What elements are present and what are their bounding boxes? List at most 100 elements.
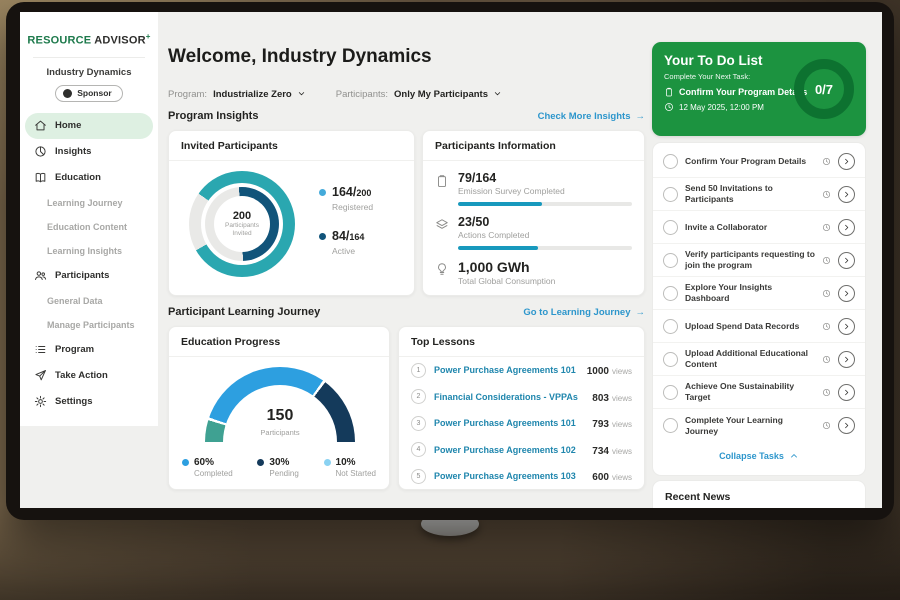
clock-icon	[822, 289, 831, 298]
todo-item-label: Send 50 Invitations to Participants	[685, 183, 815, 204]
sidebar-item-insights[interactable]: Insights	[20, 139, 158, 165]
legend-label: Active	[332, 246, 364, 256]
todo-item[interactable]: Confirm Your Program Details	[653, 145, 865, 178]
todo-checkbox[interactable]	[663, 352, 678, 367]
chevron-up-icon	[789, 451, 799, 461]
sidebar-item-program[interactable]: Program	[20, 337, 158, 363]
todo-checkbox[interactable]	[663, 286, 678, 301]
todo-open-button[interactable]	[838, 351, 855, 368]
lesson-rank: 3	[411, 416, 426, 431]
todo-checkbox[interactable]	[663, 154, 678, 169]
lesson-title-link[interactable]: Power Purchase Agreements 102	[434, 445, 584, 455]
legend-value: 84/	[332, 229, 349, 243]
row-label: Emission Survey Completed	[458, 186, 632, 196]
todo-checkbox[interactable]	[663, 385, 678, 400]
todo-open-button[interactable]	[838, 186, 855, 203]
lesson-title-link[interactable]: Power Purchase Agreements 101	[434, 365, 579, 375]
collapse-tasks-link[interactable]: Collapse Tasks	[653, 442, 865, 470]
clock-icon	[822, 190, 831, 199]
sidebar-item-manage-participants[interactable]: Manage Participants	[20, 313, 158, 337]
legend-dot	[257, 459, 264, 466]
lesson-row: 2 Financial Considerations - VPPAs 803vi…	[399, 384, 644, 411]
todo-checkbox[interactable]	[663, 418, 678, 433]
todo-open-button[interactable]	[838, 153, 855, 170]
nav-label: Learning Insights	[47, 246, 122, 256]
legend-label: Pending	[269, 469, 298, 478]
todo-item[interactable]: Explore Your Insights Dashboard	[653, 277, 865, 310]
sidebar-item-education-content[interactable]: Education Content	[20, 215, 158, 239]
todo-item-label: Achieve One Sustainability Target	[685, 381, 815, 402]
home-icon	[34, 119, 47, 132]
program-filter[interactable]: Program:Industrialize Zero	[168, 84, 306, 102]
legend-label: Completed	[194, 469, 233, 478]
go-to-learning-journey-link[interactable]: Go to Learning Journey →	[523, 307, 645, 318]
legend-label: Registered	[332, 202, 373, 212]
list-icon	[34, 343, 47, 356]
todo-item[interactable]: Send 50 Invitations to Participants	[653, 178, 865, 211]
card-title: Top Lessons	[399, 327, 644, 357]
todo-checkbox[interactable]	[663, 319, 678, 334]
legend-total: 164	[349, 232, 364, 242]
next-task-label: Confirm Your Program Details	[679, 87, 807, 97]
todo-open-button[interactable]	[838, 417, 855, 434]
progress-bar	[458, 246, 632, 250]
todo-open-button[interactable]	[838, 318, 855, 335]
lesson-title-link[interactable]: Financial Considerations - VPPAs	[434, 392, 584, 402]
lesson-title-link[interactable]: Power Purchase Agreements 103	[434, 471, 584, 481]
todo-open-button[interactable]	[838, 384, 855, 401]
donut-center-label: Participants	[225, 222, 259, 230]
todo-item-label: Explore Your Insights Dashboard	[685, 282, 815, 303]
participants-filter[interactable]: Participants:Only My Participants	[336, 84, 502, 102]
todo-progress-ring: 0/7	[794, 59, 854, 119]
sidebar-item-participants[interactable]: Participants	[20, 263, 158, 289]
legend-active: 84/164 Active	[319, 227, 364, 256]
todo-open-button[interactable]	[838, 252, 855, 269]
top-lessons-card: Top Lessons 1 Power Purchase Agreements …	[398, 326, 645, 490]
todo-checkbox[interactable]	[663, 220, 678, 235]
todo-item-label: Complete Your Learning Journey	[685, 415, 815, 436]
views-suffix: views	[612, 394, 632, 403]
participants-filter-value: Only My Participants	[394, 89, 488, 100]
nav-label: Education Content	[47, 222, 127, 232]
legend-not-started: 10% Not Started	[324, 457, 376, 478]
todo-item-label: Confirm Your Program Details	[685, 156, 815, 167]
sidebar-item-learning-insights[interactable]: Learning Insights	[20, 239, 158, 263]
todo-item[interactable]: Complete Your Learning Journey	[653, 409, 865, 442]
todo-item-label: Upload Additional Educational Content	[685, 348, 815, 369]
app-logo: RESOURCE ADVISOR+	[20, 12, 158, 47]
sponsor-label: Sponsor	[77, 88, 111, 98]
progress-bar	[458, 202, 632, 206]
todo-item-label: Verify participants requesting to join t…	[685, 249, 815, 270]
lesson-title-link[interactable]: Power Purchase Agreements 101	[434, 418, 584, 428]
sidebar: RESOURCE ADVISOR+ Industry Dynamics Spon…	[20, 12, 158, 426]
people-icon	[34, 269, 47, 282]
sidebar-item-settings[interactable]: Settings	[20, 389, 158, 415]
section-title: Program Insights	[168, 110, 258, 122]
todo-item[interactable]: Achieve One Sustainability Target	[653, 376, 865, 409]
check-more-insights-link[interactable]: Check More Insights →	[538, 111, 645, 122]
todo-item[interactable]: Upload Additional Educational Content	[653, 343, 865, 376]
main-content: Welcome, Industry Dynamics Program:Indus…	[168, 12, 645, 508]
nav-label: General Data	[47, 296, 103, 306]
chevron-right-icon	[842, 256, 851, 265]
education-progress-card: Education Progress 150 Participants 60% …	[168, 326, 390, 490]
legend-dot	[319, 233, 326, 240]
todo-open-button[interactable]	[838, 219, 855, 236]
todo-checkbox[interactable]	[663, 187, 678, 202]
todo-item[interactable]: Upload Spend Data Records	[653, 310, 865, 343]
todo-checkbox[interactable]	[663, 253, 678, 268]
sidebar-item-home[interactable]: Home	[25, 113, 153, 139]
sidebar-item-take-action[interactable]: Take Action	[20, 363, 158, 389]
chevron-right-icon	[842, 223, 851, 232]
todo-open-button[interactable]	[838, 285, 855, 302]
sidebar-item-learning-journey[interactable]: Learning Journey	[20, 191, 158, 215]
chevron-right-icon	[842, 355, 851, 364]
clock-icon	[822, 223, 831, 232]
legend-total: 200	[356, 188, 371, 198]
gear-icon	[34, 395, 47, 408]
todo-item[interactable]: Invite a Collaborator	[653, 211, 865, 244]
nav-label: Program	[55, 344, 94, 355]
todo-item[interactable]: Verify participants requesting to join t…	[653, 244, 865, 277]
sidebar-item-education[interactable]: Education	[20, 165, 158, 191]
sidebar-item-general-data[interactable]: General Data	[20, 289, 158, 313]
